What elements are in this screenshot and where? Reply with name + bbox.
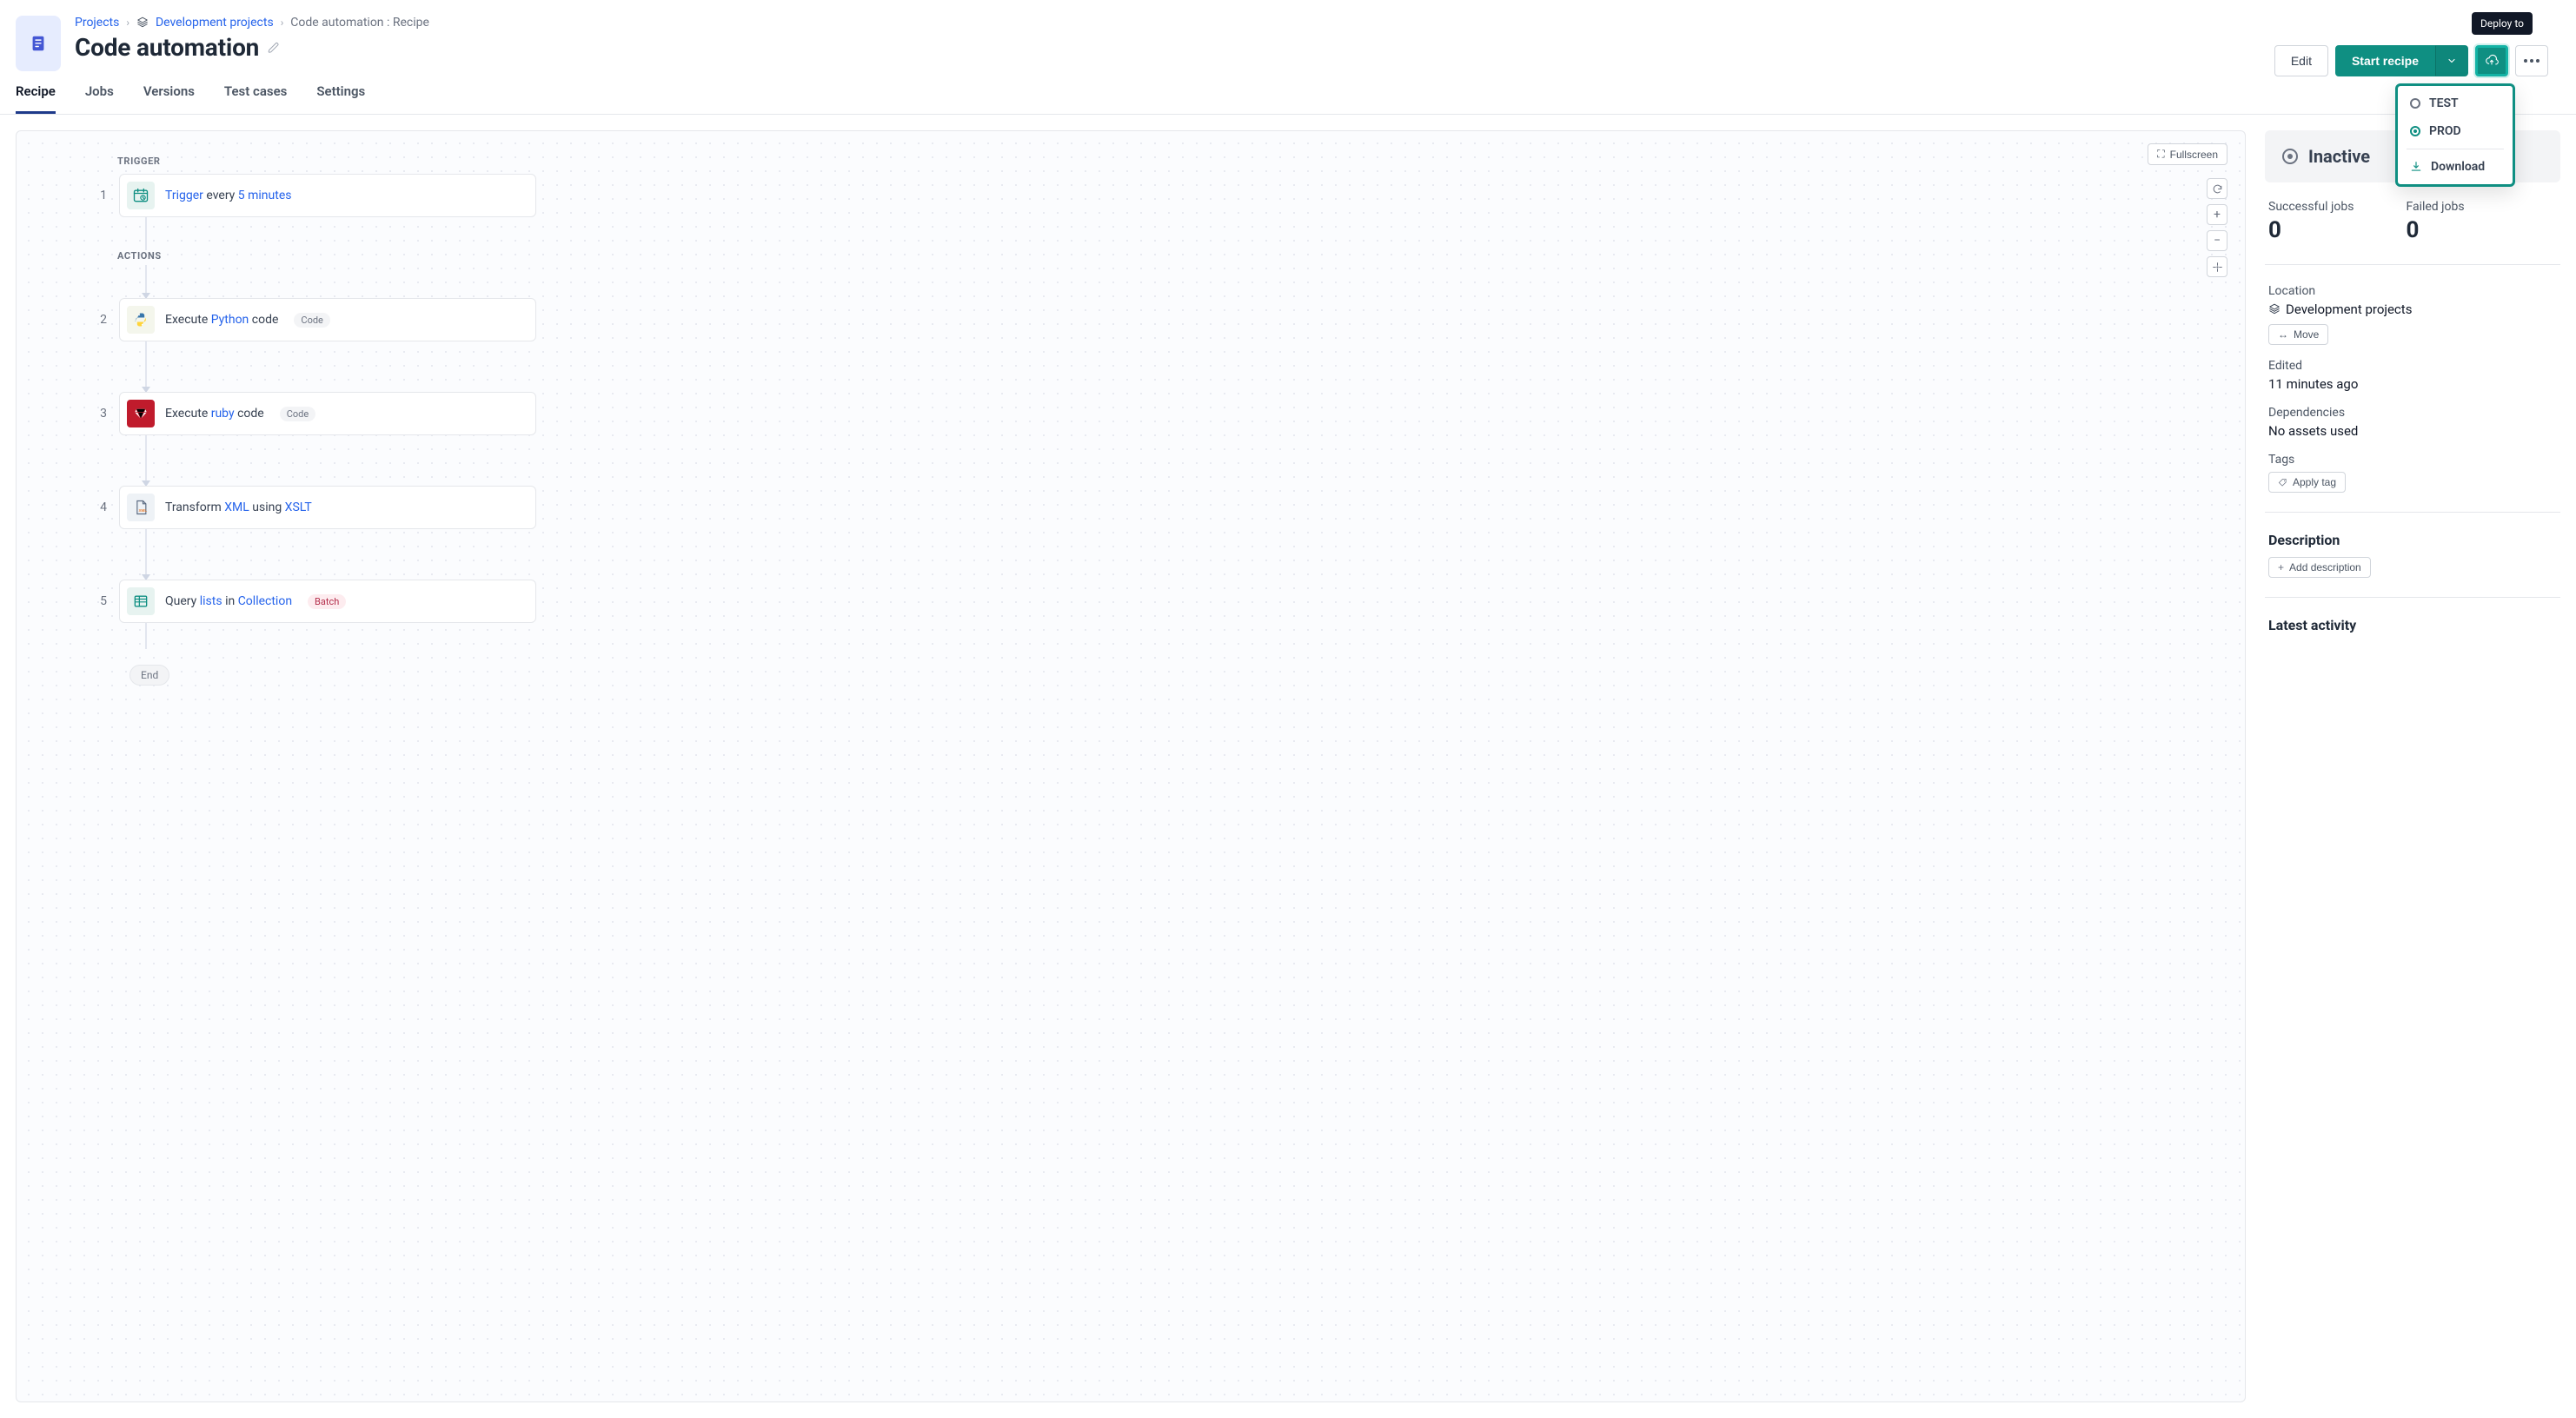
edited-label: Edited: [2268, 359, 2557, 373]
step-card-collection[interactable]: Query lists in Collection Batch: [119, 580, 536, 623]
successful-jobs-label: Successful jobs: [2268, 200, 2354, 214]
location-label: Location: [2268, 284, 2557, 298]
code-badge: Code: [294, 313, 329, 328]
batch-badge: Batch: [308, 594, 346, 609]
start-recipe-caret[interactable]: [2435, 45, 2468, 76]
zoom-reset-button[interactable]: [2207, 178, 2227, 199]
dependencies-value: No assets used: [2268, 423, 2557, 439]
python-icon: [127, 306, 155, 334]
tab-versions[interactable]: Versions: [143, 83, 195, 114]
deploy-tooltip: Deploy to: [2472, 12, 2533, 35]
step-number: 5: [86, 594, 107, 608]
step-number: 2: [86, 313, 107, 327]
failed-jobs-label: Failed jobs: [2406, 200, 2464, 214]
download-icon: [2410, 161, 2422, 173]
fullscreen-label: Fullscreen: [2170, 149, 2218, 161]
deploy-menu-prod-label: PROD: [2429, 124, 2461, 138]
successful-jobs[interactable]: Successful jobs 0: [2268, 200, 2354, 243]
breadcrumb-current: Code automation : Recipe: [290, 16, 429, 30]
breadcrumb: Projects › Development projects › Code a…: [75, 16, 429, 30]
step-card-trigger[interactable]: Trigger every 5 minutes: [119, 174, 536, 217]
successful-jobs-value: 0: [2268, 217, 2354, 243]
step-number: 3: [86, 407, 107, 421]
step-card-python[interactable]: Execute Python code Code: [119, 298, 536, 341]
tab-settings[interactable]: Settings: [316, 83, 365, 114]
latest-activity-heading: Latest activity: [2268, 617, 2557, 633]
more-actions-button[interactable]: [2515, 45, 2548, 76]
failed-jobs[interactable]: Failed jobs 0: [2406, 200, 2464, 243]
step-text: Execute Python code: [165, 313, 278, 327]
start-recipe-button[interactable]: Start recipe: [2335, 45, 2435, 76]
step-card-xml[interactable]: XML Transform XML using XSLT: [119, 486, 536, 529]
page-title: Code automation: [75, 33, 259, 62]
recipe-icon: [16, 16, 61, 71]
move-button[interactable]: ↔ Move: [2268, 324, 2328, 345]
plus-icon: +: [2278, 561, 2284, 573]
deploy-button[interactable]: [2475, 45, 2508, 76]
step-card-ruby[interactable]: Execute ruby code Code: [119, 392, 536, 435]
end-pill: End: [129, 665, 169, 686]
recipe-canvas[interactable]: Fullscreen + − TRIGGER 1 Trigger every 5…: [16, 130, 2246, 1402]
rename-icon[interactable]: [268, 42, 280, 54]
breadcrumb-projects[interactable]: Projects: [75, 16, 119, 30]
deploy-menu-test-label: TEST: [2429, 96, 2459, 110]
tags-label: Tags: [2268, 453, 2557, 467]
xml-icon: XML: [127, 494, 155, 521]
trigger-section-label: TRIGGER: [117, 156, 2219, 167]
apply-tag-button[interactable]: Apply tag: [2268, 472, 2346, 493]
edited-value: 11 minutes ago: [2268, 376, 2557, 392]
tag-icon: [2278, 478, 2287, 487]
failed-jobs-value: 0: [2406, 217, 2464, 243]
zoom-fit-button[interactable]: [2207, 256, 2227, 277]
step-number: 1: [86, 189, 107, 202]
env-dot-icon: [2410, 98, 2420, 109]
deploy-menu-download-label: Download: [2431, 160, 2485, 174]
ruby-icon: [127, 400, 155, 427]
step-text: Trigger every 5 minutes: [165, 189, 291, 202]
breadcrumb-folder[interactable]: Development projects: [156, 16, 274, 30]
add-description-button[interactable]: + Add description: [2268, 557, 2371, 578]
step-text: Transform XML using XSLT: [165, 500, 312, 514]
timer-icon: [127, 182, 155, 209]
tab-recipe[interactable]: Recipe: [16, 83, 56, 114]
location-value[interactable]: Development projects: [2268, 301, 2557, 317]
status-text: Inactive: [2308, 146, 2370, 167]
deploy-menu-prod[interactable]: PROD: [2398, 117, 2513, 145]
deploy-menu: TEST PROD Download: [2395, 83, 2515, 187]
folder-stack-icon: [2268, 303, 2281, 315]
env-dot-icon: [2410, 126, 2420, 136]
recipe-sidebar: Inactive Successful jobs 0 Failed jobs 0…: [2265, 130, 2560, 1402]
deploy-menu-download[interactable]: Download: [2398, 153, 2513, 181]
more-dots-icon: [2524, 59, 2539, 63]
move-icon: ↔: [2278, 328, 2288, 341]
dependencies-label: Dependencies: [2268, 406, 2557, 420]
edit-button[interactable]: Edit: [2274, 45, 2328, 76]
svg-text:XML: XML: [139, 508, 148, 513]
code-badge: Code: [280, 407, 315, 421]
fullscreen-button[interactable]: Fullscreen: [2148, 143, 2227, 165]
tabs: Recipe Jobs Versions Test cases Settings: [0, 71, 2576, 115]
tab-test-cases[interactable]: Test cases: [224, 83, 287, 114]
zoom-in-button[interactable]: +: [2207, 204, 2227, 225]
step-number: 4: [86, 500, 107, 514]
step-text: Query lists in Collection: [165, 594, 292, 608]
chevron-right-icon: ›: [281, 17, 284, 29]
description-heading: Description: [2268, 532, 2557, 548]
actions-section-label: ACTIONS: [117, 250, 2219, 262]
deploy-menu-test[interactable]: TEST: [2398, 89, 2513, 117]
chevron-right-icon: ›: [126, 17, 129, 29]
folder-stack-icon: [136, 17, 149, 29]
zoom-out-button[interactable]: −: [2207, 230, 2227, 251]
fullscreen-icon: [2157, 148, 2164, 161]
collection-icon: [127, 587, 155, 615]
status-inactive-icon: [2282, 149, 2298, 164]
tab-jobs[interactable]: Jobs: [85, 83, 114, 114]
step-text: Execute ruby code: [165, 407, 264, 421]
